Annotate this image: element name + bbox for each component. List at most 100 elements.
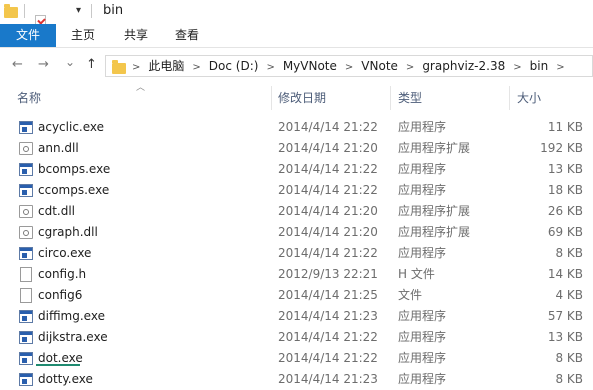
title-bar: ▾ bin	[0, 0, 593, 42]
column-divider[interactable]	[509, 86, 510, 110]
file-size: 4 KB	[555, 288, 583, 302]
file-size: 13 KB	[547, 330, 583, 344]
file-date: 2014/4/14 21:23	[278, 309, 378, 323]
file-row[interactable]: diffimg.exe 2014/4/14 21:23 应用程序 57 KB	[0, 306, 593, 327]
file-date: 2014/4/14 21:20	[278, 225, 378, 239]
breadcrumb-myvnote[interactable]: MyVNote	[283, 56, 337, 76]
breadcrumb-bin[interactable]: bin	[530, 56, 549, 76]
file-name[interactable]: config6	[38, 285, 82, 306]
file-type: 应用程序	[398, 351, 447, 365]
file-name[interactable]: diffimg.exe	[38, 306, 105, 327]
file-row[interactable]: acyclic.exe 2014/4/14 21:22 应用程序 11 KB	[0, 117, 593, 138]
column-divider[interactable]	[271, 86, 272, 110]
column-name[interactable]: 名称	[17, 86, 41, 110]
dll-icon	[19, 226, 33, 239]
file-name[interactable]: cdt.dll	[38, 201, 75, 222]
file-type: 应用程序	[398, 183, 447, 197]
folder-icon	[4, 4, 18, 18]
file-size: 26 KB	[547, 204, 583, 218]
file-date: 2014/4/14 21:20	[278, 204, 378, 218]
tab-view[interactable]: 查看	[168, 24, 206, 47]
file-name[interactable]: ccomps.exe	[38, 180, 109, 201]
file-size: 14 KB	[547, 267, 583, 281]
dll-icon	[19, 142, 33, 155]
file-row[interactable]: config6 2014/4/14 21:25 文件 4 KB	[0, 285, 593, 306]
file-icon	[20, 288, 32, 303]
exe-icon	[19, 247, 33, 260]
column-date[interactable]: 修改日期	[278, 86, 326, 110]
file-name[interactable]: ann.dll	[38, 138, 79, 159]
file-size: 69 KB	[547, 225, 583, 239]
recent-locations-button[interactable]: ⌄	[65, 55, 75, 69]
file-row[interactable]: bcomps.exe 2014/4/14 21:22 应用程序 13 KB	[0, 159, 593, 180]
chevron-right-icon[interactable]: >	[345, 58, 353, 78]
divider	[91, 4, 92, 18]
chevron-right-icon[interactable]: >	[406, 58, 414, 78]
column-header: 名称 修改日期 类型 大小	[0, 86, 593, 110]
exe-icon	[19, 184, 33, 197]
chevron-right-icon[interactable]: >	[192, 58, 200, 78]
tab-home[interactable]: 主页	[64, 24, 102, 47]
file-row[interactable]: ann.dll 2014/4/14 21:20 应用程序扩展 192 KB	[0, 138, 593, 159]
file-type: 应用程序扩展	[398, 204, 471, 218]
file-name[interactable]: circo.exe	[38, 243, 91, 264]
file-size: 192 KB	[540, 141, 583, 155]
breadcrumb-graphviz[interactable]: graphviz-2.38	[422, 56, 505, 76]
file-row[interactable]: circo.exe 2014/4/14 21:22 应用程序 8 KB	[0, 243, 593, 264]
address-bar[interactable]: > 此电脑 > Doc (D:) > MyVNote > VNote > graphviz-2.3…	[105, 55, 593, 77]
file-row[interactable]: dotty.exe 2014/4/14 21:23 应用程序 8 KB	[0, 369, 593, 390]
file-type: 文件	[398, 288, 423, 302]
tab-share[interactable]: 共享	[117, 24, 155, 47]
chevron-right-icon[interactable]: >	[266, 58, 274, 78]
file-date: 2014/4/14 21:22	[278, 330, 378, 344]
chevron-right-icon[interactable]: >	[132, 58, 140, 78]
customize-quick-access-icon[interactable]: ▾	[76, 5, 81, 16]
file-type: 应用程序扩展	[398, 225, 471, 239]
column-size[interactable]: 大小	[517, 86, 541, 110]
column-divider[interactable]	[390, 86, 391, 110]
file-size: 13 KB	[547, 162, 583, 176]
file-row[interactable]: dijkstra.exe 2014/4/14 21:22 应用程序 13 KB	[0, 327, 593, 348]
file-row[interactable]: config.h 2012/9/13 22:21 H 文件 14 KB	[0, 264, 593, 285]
tab-file[interactable]: 文件	[0, 24, 56, 47]
file-size: 18 KB	[547, 183, 583, 197]
window-title: bin	[103, 3, 124, 18]
file-name[interactable]: cgraph.dll	[38, 222, 98, 243]
column-type[interactable]: 类型	[398, 86, 422, 110]
file-list: acyclic.exe 2014/4/14 21:22 应用程序 11 KB ann.d…	[0, 117, 593, 390]
ribbon: 文件 主页 共享 查看	[0, 24, 593, 48]
exe-icon	[19, 121, 33, 134]
file-date: 2014/4/14 21:22	[278, 162, 378, 176]
file-name[interactable]: dotty.exe	[38, 369, 93, 390]
file-date: 2014/4/14 21:25	[278, 288, 378, 302]
file-name[interactable]: dijkstra.exe	[38, 327, 108, 348]
forward-button[interactable]: →	[38, 58, 49, 72]
file-name[interactable]: bcomps.exe	[38, 159, 110, 180]
folder-icon	[112, 60, 126, 74]
file-date: 2014/4/14 21:22	[278, 351, 378, 365]
file-size: 8 KB	[555, 351, 583, 365]
file-date: 2014/4/14 21:20	[278, 141, 378, 155]
file-date: 2014/4/14 21:22	[278, 183, 378, 197]
back-button[interactable]: ←	[12, 58, 23, 72]
file-date: 2014/4/14 21:23	[278, 372, 378, 386]
breadcrumb-drive[interactable]: Doc (D:)	[209, 56, 259, 76]
up-button[interactable]: ↑	[86, 58, 97, 72]
file-type: H 文件	[398, 267, 435, 281]
file-size: 57 KB	[547, 309, 583, 323]
file-row[interactable]: ccomps.exe 2014/4/14 21:22 应用程序 18 KB	[0, 180, 593, 201]
breadcrumb-vnote[interactable]: VNote	[361, 56, 398, 76]
breadcrumb-this-pc[interactable]: 此电脑	[148, 56, 184, 76]
file-row[interactable]: cgraph.dll 2014/4/14 21:20 应用程序扩展 69 KB	[0, 222, 593, 243]
exe-icon	[19, 373, 33, 386]
breadcrumb: > 此电脑 > Doc (D:) > MyVNote > VNote > graphviz-2.3…	[132, 56, 573, 76]
file-type: 应用程序扩展	[398, 141, 471, 155]
file-name[interactable]: config.h	[38, 264, 86, 285]
chevron-right-icon[interactable]: >	[556, 58, 564, 78]
file-row[interactable]: cdt.dll 2014/4/14 21:20 应用程序扩展 26 KB	[0, 201, 593, 222]
file-type: 应用程序	[398, 330, 447, 344]
chevron-right-icon[interactable]: >	[513, 58, 521, 78]
file-name[interactable]: acyclic.exe	[38, 117, 104, 138]
file-date: 2014/4/14 21:22	[278, 120, 378, 134]
file-row[interactable]: dot.exe 2014/4/14 21:22 应用程序 8 KB	[0, 348, 593, 369]
